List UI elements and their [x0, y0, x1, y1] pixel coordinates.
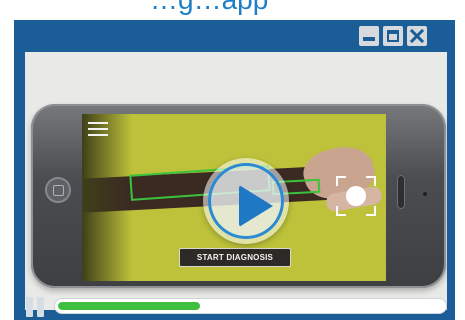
- pause-button[interactable]: [26, 297, 46, 317]
- play-icon: [208, 163, 284, 239]
- progress-fill: [58, 302, 201, 310]
- camera-shutter-icon: [336, 176, 376, 216]
- maximize-icon: [387, 30, 399, 42]
- play-button[interactable]: [203, 158, 289, 244]
- close-icon: [409, 28, 425, 44]
- phone-camera: [423, 192, 427, 196]
- maximize-button[interactable]: [383, 26, 403, 46]
- phone-speaker: [397, 175, 405, 209]
- page-title: …g…app: [150, 0, 268, 17]
- hamburger-menu-icon: [88, 122, 108, 138]
- video-player-window: START DIAGNOSIS: [14, 20, 455, 320]
- minimize-icon: [363, 37, 375, 41]
- phone-home-button: [45, 177, 71, 203]
- start-diagnosis-button: START DIAGNOSIS: [179, 248, 291, 267]
- pause-icon: [26, 297, 33, 317]
- video-frame[interactable]: START DIAGNOSIS: [25, 52, 447, 310]
- title-strip: …g…app: [0, 0, 465, 20]
- minimize-button[interactable]: [359, 26, 379, 46]
- progress-bar[interactable]: [55, 299, 446, 313]
- close-button[interactable]: [407, 26, 427, 46]
